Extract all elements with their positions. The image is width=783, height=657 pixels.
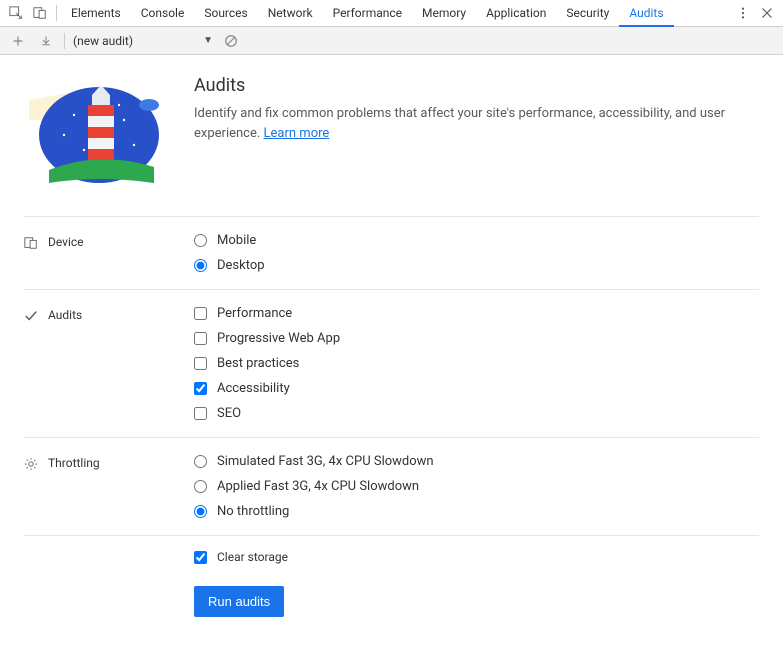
section-clear-storage: Clear storage [24, 535, 759, 578]
new-audit-icon[interactable] [8, 31, 28, 51]
tab-console[interactable]: Console [131, 0, 195, 27]
throttling-option-0[interactable]: Simulated Fast 3G, 4x CPU Slowdown [194, 454, 434, 469]
download-icon[interactable] [36, 31, 56, 51]
tab-sources[interactable]: Sources [194, 0, 257, 27]
devtools-tabbar: ElementsConsoleSourcesNetworkPerformance… [0, 0, 783, 27]
throttling-radio-1[interactable] [194, 480, 207, 493]
audit-checkbox-3[interactable] [194, 382, 207, 395]
tab-application[interactable]: Application [476, 0, 556, 27]
run-row: Run audits [24, 578, 759, 617]
section-device: Device Mobile Desktop [24, 216, 759, 289]
tab-performance[interactable]: Performance [323, 0, 412, 27]
audits-panel: Audits Identify and fix common problems … [0, 55, 783, 657]
page-title: Audits [194, 75, 759, 96]
page-description: Identify and fix common problems that af… [194, 104, 759, 143]
chevron-down-icon: ▼ [203, 35, 213, 46]
divider [64, 33, 65, 49]
audit-select-value: (new audit) [73, 34, 133, 48]
audit-checkbox-1[interactable] [194, 332, 207, 345]
audit-option-4[interactable]: SEO [194, 406, 340, 421]
gear-icon [24, 457, 38, 471]
clear-icon[interactable] [221, 31, 241, 51]
section-label-device: Device [24, 233, 194, 273]
inspect-element-icon[interactable] [4, 1, 28, 25]
device-icon [24, 236, 38, 250]
tab-network[interactable]: Network [258, 0, 323, 27]
throttling-radio-0[interactable] [194, 455, 207, 468]
device-option-1[interactable]: Desktop [194, 258, 265, 273]
tab-memory[interactable]: Memory [412, 0, 476, 27]
device-option-0[interactable]: Mobile [194, 233, 265, 248]
close-icon[interactable] [755, 1, 779, 25]
audit-option-2[interactable]: Best practices [194, 356, 340, 371]
clear-storage-checkbox[interactable] [194, 551, 207, 564]
clear-storage-option[interactable]: Clear storage [194, 550, 759, 564]
throttling-option-2[interactable]: No throttling [194, 504, 434, 519]
header: Audits Identify and fix common problems … [24, 75, 759, 216]
device-toggle-icon[interactable] [28, 1, 52, 25]
run-audits-button[interactable]: Run audits [194, 586, 284, 617]
tab-elements[interactable]: Elements [61, 0, 131, 27]
device-radio-0[interactable] [194, 234, 207, 247]
learn-more-link[interactable]: Learn more [264, 126, 330, 141]
audit-option-0[interactable]: Performance [194, 306, 340, 321]
throttling-radio-2[interactable] [194, 505, 207, 518]
section-audits: Audits Performance Progressive Web App Bes… [24, 289, 759, 437]
audit-select[interactable]: (new audit) ▼ [73, 34, 213, 48]
throttling-option-1[interactable]: Applied Fast 3G, 4x CPU Slowdown [194, 479, 434, 494]
section-label-audits: Audits [24, 306, 194, 421]
audit-checkbox-4[interactable] [194, 407, 207, 420]
audit-checkbox-2[interactable] [194, 357, 207, 370]
audits-toolbar: (new audit) ▼ [0, 27, 783, 55]
check-icon [24, 309, 38, 323]
lighthouse-illustration [24, 75, 164, 188]
more-icon[interactable] [731, 1, 755, 25]
device-radio-1[interactable] [194, 259, 207, 272]
header-text: Audits Identify and fix common problems … [194, 75, 759, 188]
divider [56, 5, 57, 21]
tab-security[interactable]: Security [556, 0, 619, 27]
audit-option-1[interactable]: Progressive Web App [194, 331, 340, 346]
section-label-throttling: Throttling [24, 454, 194, 519]
audit-option-3[interactable]: Accessibility [194, 381, 340, 396]
audit-checkbox-0[interactable] [194, 307, 207, 320]
section-throttling: Throttling Simulated Fast 3G, 4x CPU Slo… [24, 437, 759, 535]
tab-audits[interactable]: Audits [619, 0, 673, 27]
